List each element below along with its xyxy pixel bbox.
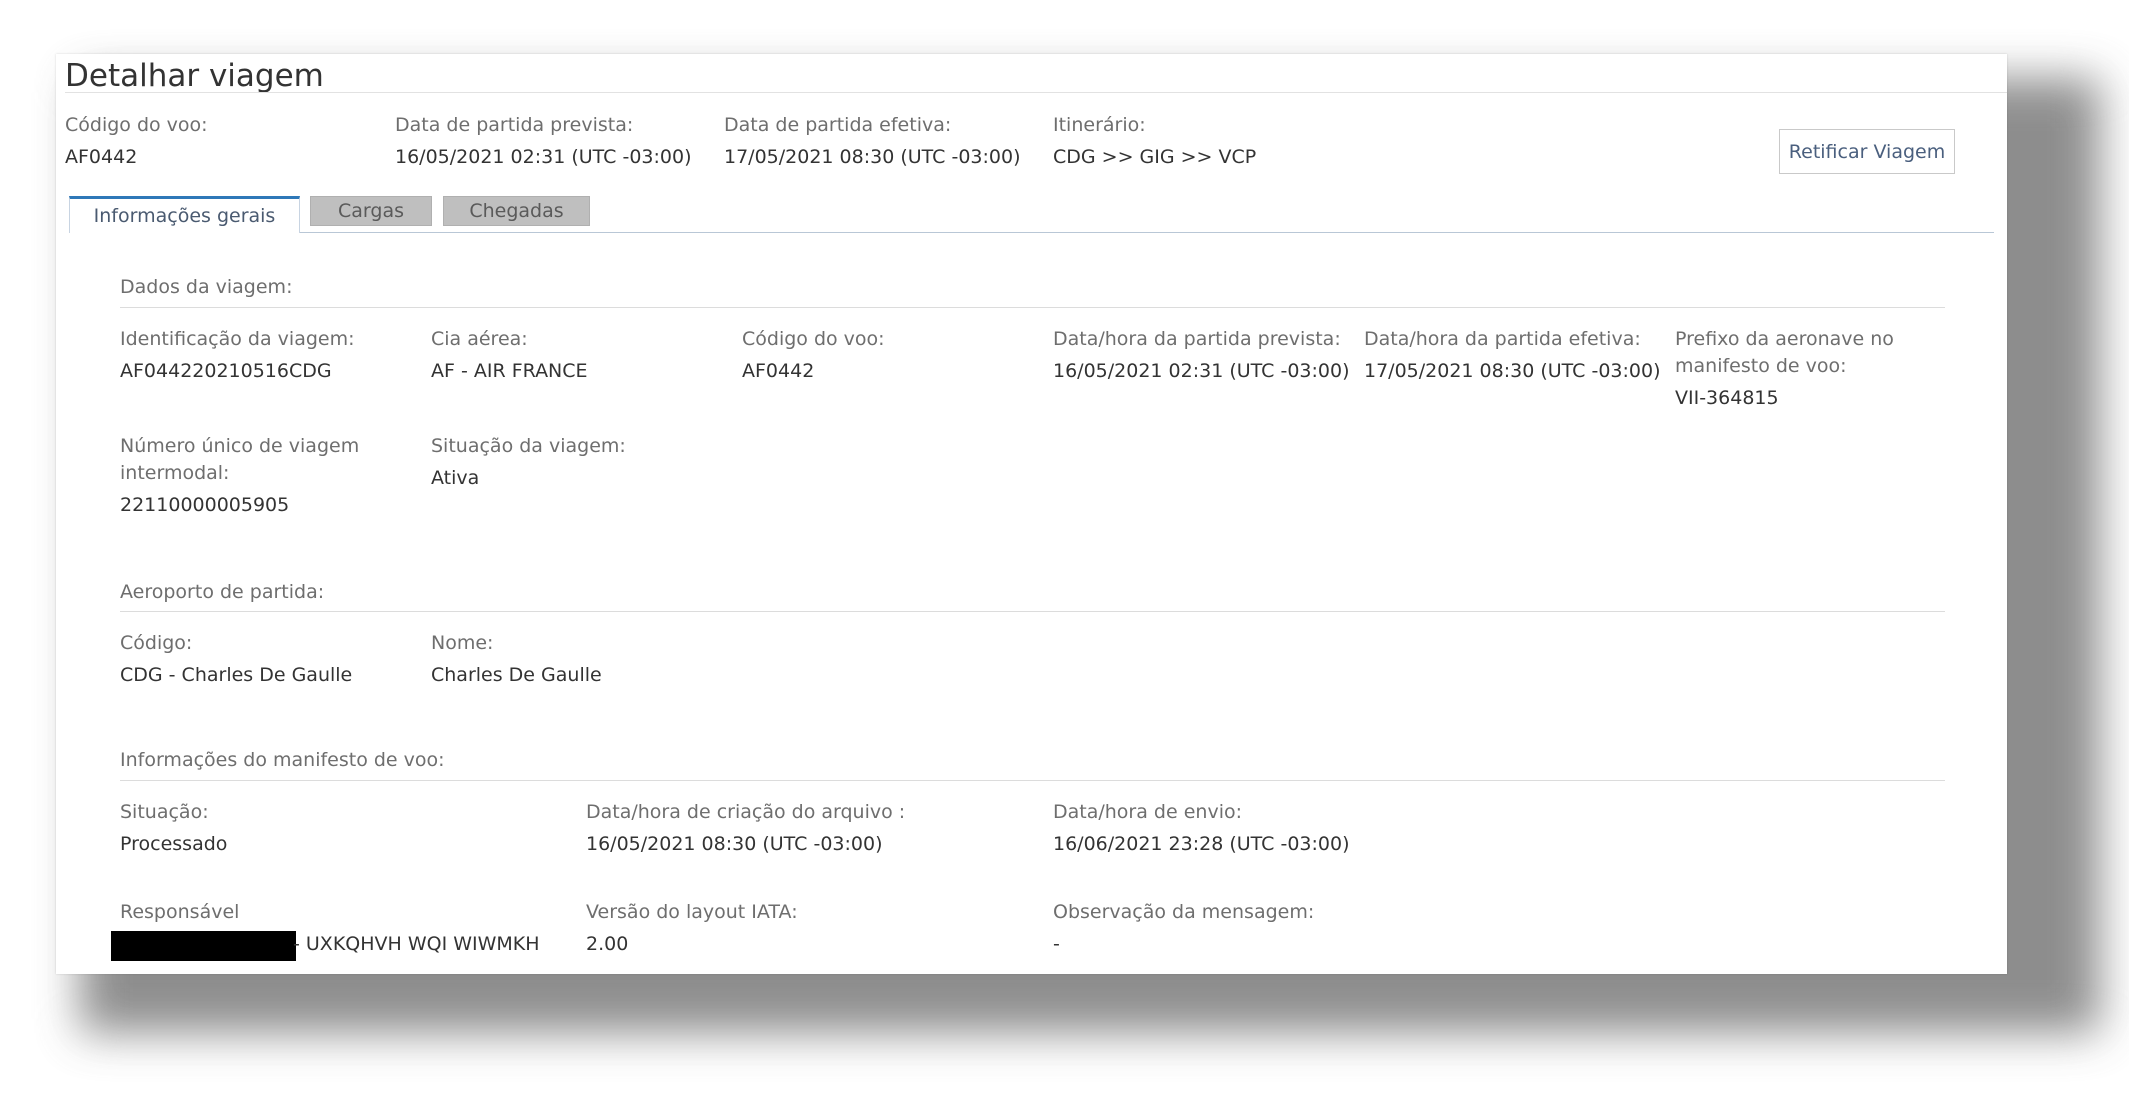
partida-efetiva-value: 17/05/2021 08:30 (UTC -03:00)	[1364, 360, 1661, 382]
situacao-viagem-label: Situação da viagem:	[431, 435, 626, 457]
tab-cargas[interactable]: Cargas	[310, 196, 432, 226]
codigo-voo-label: Código do voo:	[742, 328, 885, 350]
detail-card: Detalhar viagem Código do voo: AF0442 Da…	[56, 54, 2007, 974]
identificacao-label: Identificação da viagem:	[120, 328, 355, 350]
responsavel-label: Responsável	[120, 901, 240, 923]
header-partida-efetiva-value: 17/05/2021 08:30 (UTC -03:00)	[724, 146, 1021, 168]
header-itinerario-label: Itinerário:	[1053, 114, 1146, 136]
header-itinerario-value: CDG >> GIG >> VCP	[1053, 146, 1257, 168]
section-divider-dados	[120, 307, 1945, 308]
aeroporto-codigo-value: CDG - Charles De Gaulle	[120, 664, 353, 686]
aeroporto-nome-label: Nome:	[431, 632, 494, 654]
envio-label: Data/hora de envio:	[1053, 801, 1242, 823]
redaction-block	[111, 931, 296, 961]
envio-value: 16/06/2021 23:28 (UTC -03:00)	[1053, 833, 1350, 855]
cia-value: AF - AIR FRANCE	[431, 360, 588, 382]
manifesto-situacao-value: Processado	[120, 833, 228, 855]
section-divider-aeroporto	[120, 611, 1945, 612]
section-title-aeroporto: Aeroporto de partida:	[120, 581, 325, 603]
manifesto-situacao-label: Situação:	[120, 801, 209, 823]
criacao-arquivo-value: 16/05/2021 08:30 (UTC -03:00)	[586, 833, 883, 855]
versao-layout-value: 2.00	[586, 933, 629, 955]
numero-unico-value: 22110000005905	[120, 494, 290, 516]
header-codigo-label: Código do voo:	[65, 114, 208, 136]
cia-label: Cia aérea:	[431, 328, 528, 350]
criacao-arquivo-label: Data/hora de criação do arquivo :	[586, 801, 906, 823]
partida-prevista-value: 16/05/2021 02:31 (UTC -03:00)	[1053, 360, 1350, 382]
codigo-voo-value: AF0442	[742, 360, 815, 382]
header-partida-efetiva-label: Data de partida efetiva:	[724, 114, 952, 136]
aeroporto-codigo-label: Código:	[120, 632, 193, 654]
partida-prevista-label: Data/hora da partida prevista:	[1053, 328, 1341, 350]
situacao-viagem-value: Ativa	[431, 467, 480, 489]
prefixo-label-line2: manifesto de voo:	[1675, 355, 1847, 377]
section-title-dados: Dados da viagem:	[120, 276, 293, 298]
numero-unico-label-line1: Número único de viagem	[120, 435, 360, 457]
observacao-label: Observação da mensagem:	[1053, 901, 1315, 923]
observacao-value: -	[1053, 933, 1060, 955]
versao-layout-label: Versão do layout IATA:	[586, 901, 798, 923]
header-partida-prevista-value: 16/05/2021 02:31 (UTC -03:00)	[395, 146, 692, 168]
header-partida-prevista-label: Data de partida prevista:	[395, 114, 634, 136]
tab-bar-line	[69, 232, 1994, 233]
prefixo-label-line1: Prefixo da aeronave no	[1675, 328, 1894, 350]
responsavel-value: - UXKQHVH WQI WIWMKH	[293, 933, 540, 955]
tab-chegadas[interactable]: Chegadas	[443, 196, 590, 226]
section-divider-manifesto	[120, 780, 1945, 781]
numero-unico-label-line2: intermodal:	[120, 462, 230, 484]
aeroporto-nome-value: Charles De Gaulle	[431, 664, 602, 686]
prefixo-value: VII-364815	[1675, 387, 1779, 409]
header-codigo-value: AF0442	[65, 146, 138, 168]
tab-informacoes-gerais[interactable]: Informações gerais	[69, 196, 300, 233]
page-title: Detalhar viagem	[65, 58, 324, 94]
title-divider	[65, 92, 2007, 93]
partida-efetiva-label: Data/hora da partida efetiva:	[1364, 328, 1641, 350]
section-title-manifesto: Informações do manifesto de voo:	[120, 749, 445, 771]
retificar-viagem-button[interactable]: Retificar Viagem	[1779, 129, 1955, 174]
identificacao-value: AF044220210516CDG	[120, 360, 332, 382]
